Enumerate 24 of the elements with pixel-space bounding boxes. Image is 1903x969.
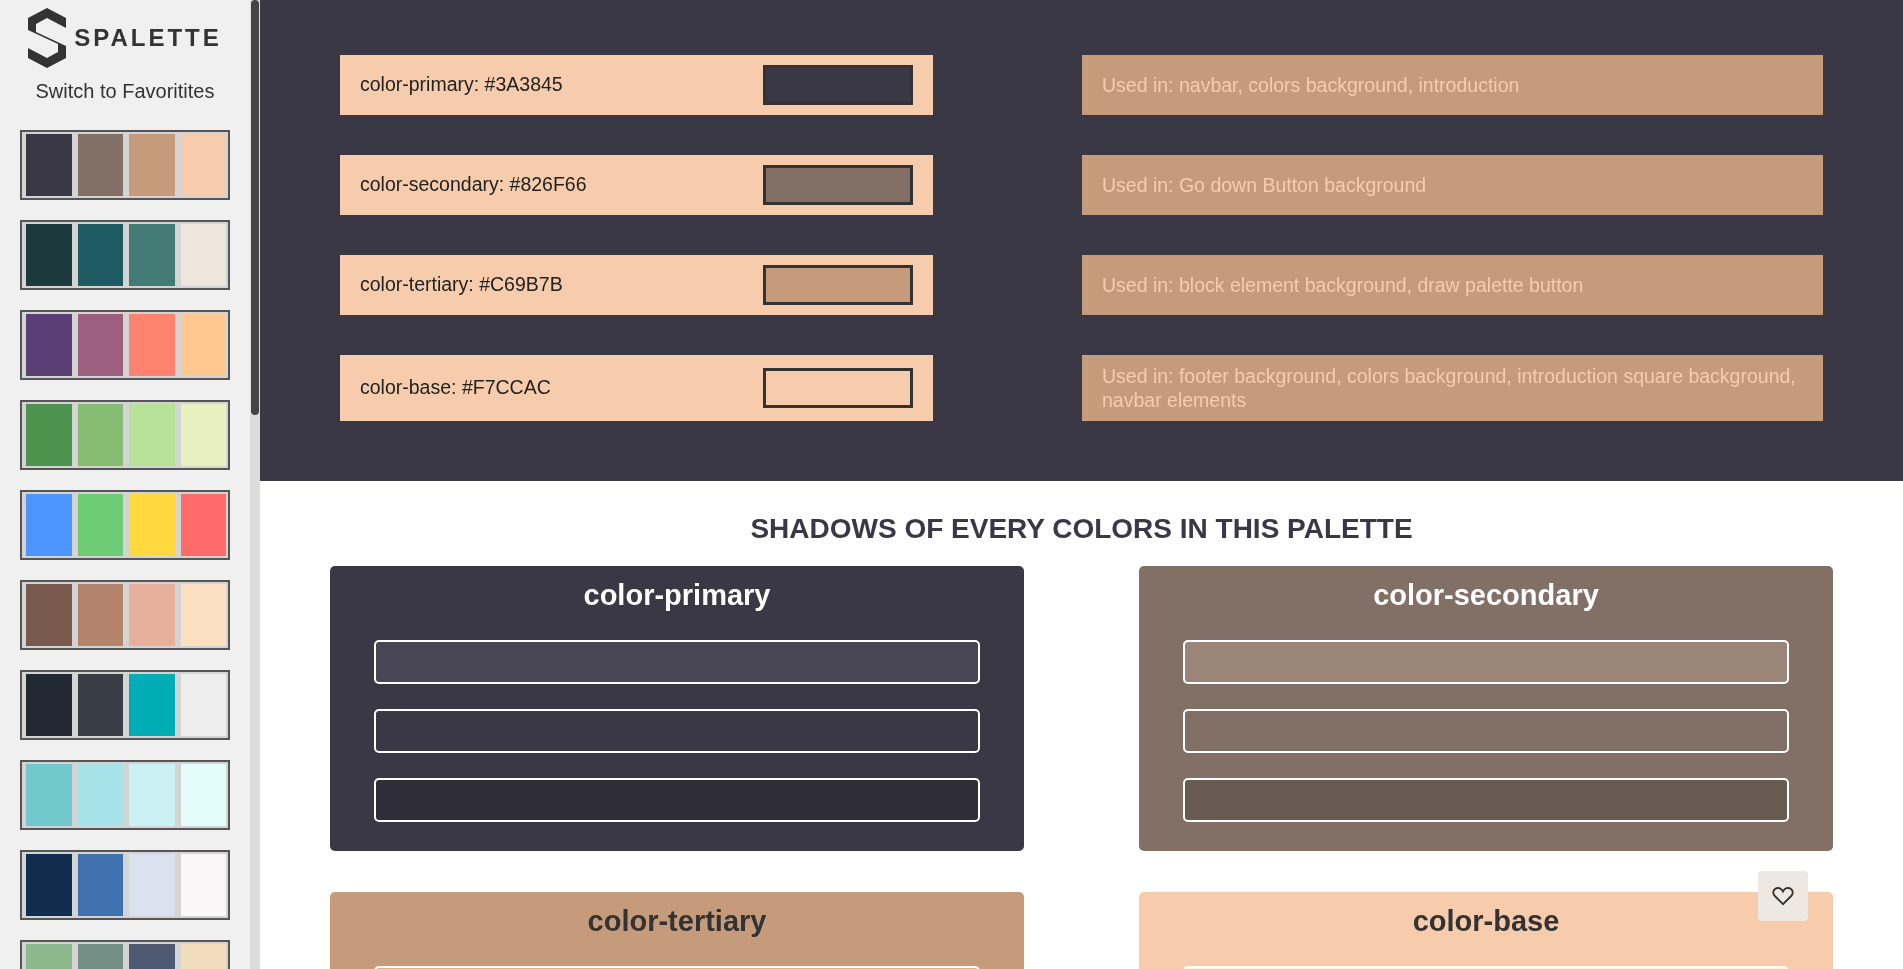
color-label: color-tertiary: #C69B7B [360,272,563,298]
color-label: color-base: #F7CCAC [360,375,551,401]
color-label: color-secondary: #826F66 [360,172,587,198]
palette-swatch[interactable] [20,760,230,830]
heart-icon [1772,886,1794,906]
section-heading: SHADOWS OF EVERY COLORS IN THIS PALETTE [749,512,1414,546]
card-title: color-secondary [1372,578,1600,613]
palette-swatch[interactable] [20,670,230,740]
palette-swatch[interactable] [20,220,230,290]
palette-swatch[interactable] [20,850,230,920]
palette-swatch[interactable] [20,130,230,200]
scrollbar[interactable] [250,0,260,969]
logo-icon [28,8,67,68]
card-title: color-tertiary [586,904,768,939]
palette-swatch[interactable] [20,490,230,560]
palette-swatch[interactable] [20,580,230,650]
palette-swatch[interactable] [20,400,230,470]
card-title: color-base [1411,904,1561,939]
palette-swatch[interactable] [20,310,230,380]
favorite-button[interactable] [1758,871,1808,921]
color-label: color-primary: #3A3845 [360,72,563,98]
favorites-link[interactable]: Switch to Favoritites [35,80,215,102]
logo-text: SPALETTE [74,23,222,53]
card-title: color-primary [582,578,772,613]
